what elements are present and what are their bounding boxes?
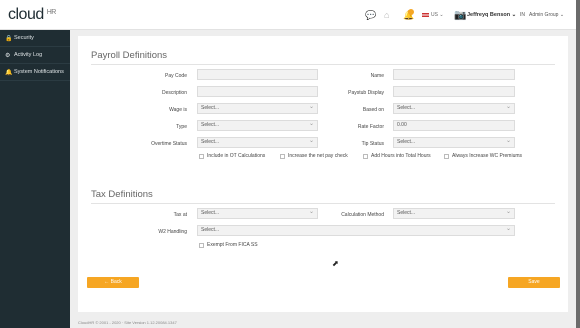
checkbox-box[interactable] (280, 153, 285, 159)
group-selector[interactable]: Admin Group ⌄ (529, 12, 564, 18)
notification-badge (408, 9, 414, 15)
company-code: IN (520, 12, 525, 18)
bell-icon: 🔔 (5, 69, 13, 76)
language-label: US (431, 12, 438, 18)
always-increase-wc-checkbox[interactable]: Always Increase WC Premiums (444, 153, 524, 159)
exempt-fica-checkbox[interactable]: Exempt From FICA SS (199, 242, 258, 248)
paystub-display-input[interactable] (393, 86, 515, 97)
name-input[interactable] (393, 69, 515, 80)
wage-is-label: Wage is (169, 107, 187, 113)
sidebar-item-label: Security (14, 35, 34, 41)
checkbox-box[interactable] (363, 153, 368, 159)
name-label: Name (370, 73, 384, 79)
description-label: Description (161, 90, 187, 96)
mouse-cursor-icon: ⬈ (332, 259, 339, 268)
tax-section-title: Tax Definitions (91, 189, 153, 200)
pay-code-label: Pay Code (165, 73, 187, 79)
rate-factor-input[interactable]: 0.00 (393, 120, 515, 131)
footer: CloudHR © 2001 - 2020 · Site Version 1.1… (70, 318, 576, 328)
sidebar-item-security[interactable]: 🔒 Security (0, 30, 70, 47)
calculation-method-select[interactable]: Select... (393, 208, 515, 219)
type-select[interactable]: Select... (197, 120, 318, 131)
sidebar-item-label: System Notifications (14, 69, 64, 75)
lock-icon: 🔒 (5, 35, 13, 42)
tax-at-select[interactable]: Select... (197, 208, 318, 219)
based-on-label: Based on (362, 107, 384, 113)
based-on-select[interactable]: Select... (393, 103, 515, 114)
wage-is-select[interactable]: Select... (197, 103, 318, 114)
logo-text: cloud (8, 6, 44, 23)
top-bar: cloud HR 💬 ⌂ 🔔 US ⌄ 📷 Jeffreyq Benson ⌄ I… (0, 0, 576, 30)
home-icon[interactable]: ⌂ (384, 10, 389, 20)
language-selector[interactable]: US ⌄ (422, 12, 444, 18)
logo[interactable]: cloud HR (8, 6, 56, 24)
back-button[interactable]: ← Back (87, 277, 139, 288)
overtime-status-label: Overtime Status (151, 141, 187, 147)
paystub-display-label: Paystub Display (348, 90, 384, 96)
add-hours-checkbox[interactable]: Add Hours into Total Hours (363, 153, 431, 159)
payroll-section-title: Payroll Definitions (91, 50, 168, 61)
save-button[interactable]: Save (508, 277, 560, 288)
us-flag-icon (422, 12, 429, 17)
payroll-divider (91, 64, 555, 65)
sidebar: 🔒 Security ⚙ Activity Log 🔔 System Notif… (0, 30, 70, 328)
tip-status-label: Tip Status (361, 141, 384, 147)
pay-code-input[interactable] (197, 69, 318, 80)
main-content: Payroll Definitions Pay Code Name Descri… (70, 30, 576, 318)
type-label: Type (176, 124, 187, 130)
rate-factor-label: Rate Factor (357, 124, 384, 130)
checkbox-box[interactable] (199, 153, 204, 159)
tip-status-select[interactable]: Select... (393, 137, 515, 148)
overtime-status-select[interactable]: Select... (197, 137, 318, 148)
user-name[interactable]: Jeffreyq Benson ⌄ (467, 12, 516, 18)
tax-divider (91, 203, 555, 204)
sidebar-item-label: Activity Log (14, 52, 43, 58)
logo-suffix: HR (46, 9, 57, 16)
include-ot-checkbox[interactable]: Include in OT Calculations (199, 153, 265, 159)
increase-net-pay-checkbox[interactable]: Increase the net pay check (280, 153, 348, 159)
form-card: Payroll Definitions Pay Code Name Descri… (78, 36, 568, 312)
calculation-method-label: Calculation Method (341, 212, 384, 218)
w2-handling-select[interactable]: Select... (197, 225, 515, 236)
gears-icon: ⚙ (5, 52, 11, 59)
description-input[interactable] (197, 86, 318, 97)
tax-at-label: Tax at (173, 212, 187, 218)
chat-icon[interactable]: 💬 (365, 10, 376, 21)
checkbox-box[interactable] (199, 242, 204, 248)
w2-handling-label: W2 Handling (158, 229, 187, 235)
sidebar-item-activity-log[interactable]: ⚙ Activity Log (0, 47, 70, 64)
checkbox-box[interactable] (444, 153, 449, 159)
avatar[interactable]: 📷 (454, 10, 466, 21)
sidebar-item-system-notifications[interactable]: 🔔 System Notifications (0, 64, 70, 81)
